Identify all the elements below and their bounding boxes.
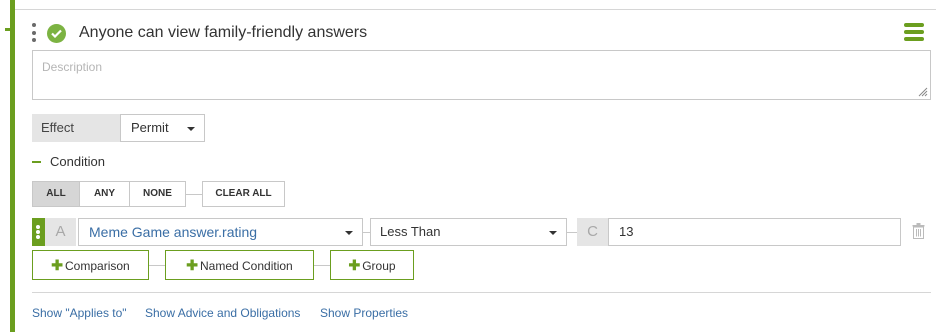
operator-select[interactable]: Less Than	[370, 218, 567, 246]
add-group-label: Group	[362, 259, 396, 273]
operator-selected-value: Less Than	[380, 224, 441, 239]
condition-label: Condition	[50, 154, 105, 169]
value-input[interactable]: 13	[608, 218, 901, 246]
description-textarea[interactable]: Description	[32, 50, 931, 100]
plus-icon: ✚	[186, 257, 198, 273]
mode-none-button[interactable]: NONE	[130, 181, 186, 207]
mode-any-button[interactable]: ANY	[80, 181, 130, 207]
mode-all-button[interactable]: ALL	[32, 181, 80, 207]
attribute-select[interactable]: Meme Game answer.rating	[78, 218, 363, 246]
right-operand-letter: C	[577, 218, 608, 246]
resize-grip-icon[interactable]	[918, 87, 928, 97]
check-circle-icon	[47, 24, 66, 43]
connector-line	[186, 194, 202, 195]
add-comparison-label: Comparison	[65, 259, 130, 273]
connector-line	[314, 265, 330, 266]
rule-drag-handle-icon[interactable]	[32, 23, 36, 42]
footer-divider	[32, 292, 931, 293]
plus-icon: ✚	[51, 257, 64, 273]
show-applies-to-link[interactable]: Show "Applies to"	[32, 305, 127, 321]
trash-icon[interactable]	[912, 223, 925, 239]
chevron-down-icon	[187, 127, 195, 131]
connector-line	[363, 232, 370, 233]
rule-accent-bar	[10, 0, 15, 332]
show-advice-link[interactable]: Show Advice and Obligations	[145, 305, 300, 321]
condition-collapse-icon[interactable]	[32, 161, 41, 163]
condition-drag-handle[interactable]	[32, 218, 45, 246]
rule-top-divider	[15, 9, 936, 10]
add-named-condition-label: Named Condition	[200, 259, 293, 273]
show-properties-link[interactable]: Show Properties	[320, 305, 408, 321]
clear-all-button[interactable]: CLEAR ALL	[202, 181, 285, 207]
add-named-condition-button[interactable]: ✚ Named Condition	[165, 250, 314, 280]
effect-selected-value: Permit	[131, 120, 169, 135]
chevron-down-icon	[345, 231, 353, 235]
plus-icon: ✚	[348, 257, 361, 273]
description-placeholder: Description	[42, 60, 103, 74]
left-operand-letter: A	[45, 218, 76, 246]
attribute-selected-value: Meme Game answer.rating	[89, 224, 258, 240]
hamburger-menu-icon[interactable]	[904, 23, 924, 41]
add-group-button[interactable]: ✚ Group	[330, 250, 414, 280]
effect-select[interactable]: Permit	[120, 114, 205, 142]
add-comparison-button[interactable]: ✚ Comparison	[32, 250, 149, 280]
connector-line	[149, 265, 165, 266]
rule-collapse-toggle[interactable]	[5, 28, 12, 31]
chevron-down-icon	[549, 231, 557, 235]
drag-dots-icon	[36, 225, 40, 239]
rule-title[interactable]: Anyone can view family-friendly answers	[79, 23, 367, 43]
connector-line	[567, 232, 577, 233]
effect-label: Effect	[32, 114, 120, 142]
